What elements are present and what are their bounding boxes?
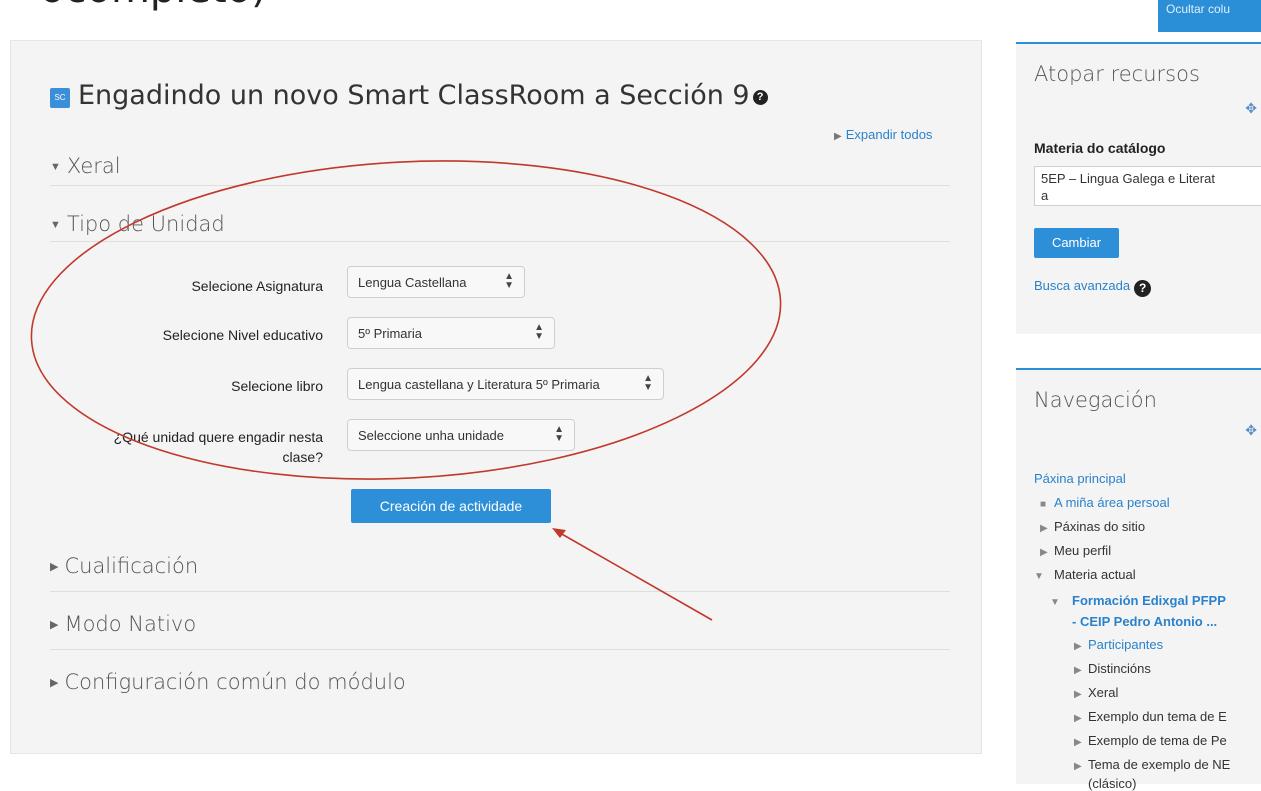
annotation-ellipse [30, 160, 782, 480]
annotation-overlay [30, 160, 782, 621]
annotation-arrowhead [552, 528, 566, 538]
annotation-arrow-line [559, 532, 713, 621]
